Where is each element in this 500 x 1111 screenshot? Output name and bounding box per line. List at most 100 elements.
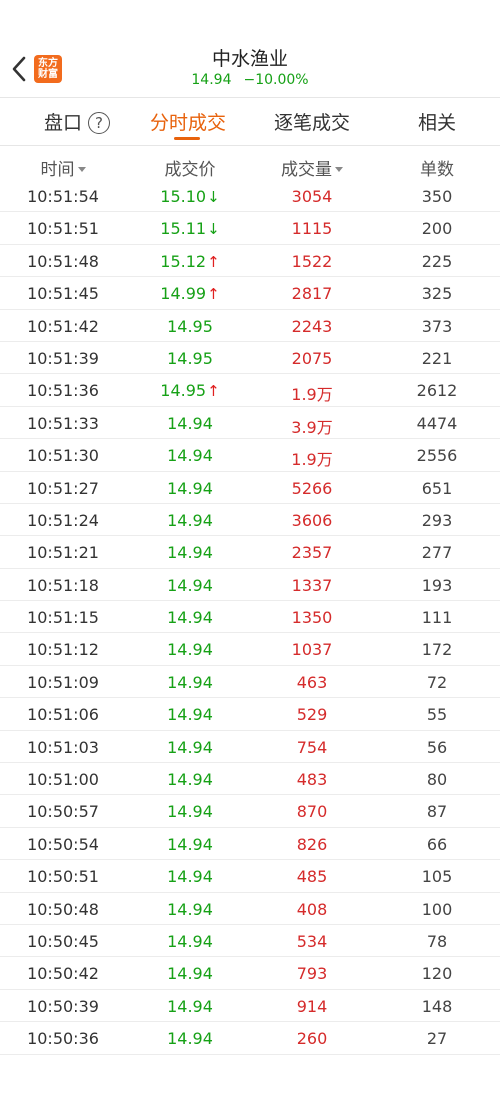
tab-order-book[interactable]: 盘口? (44, 108, 111, 135)
trade-count: 100 (392, 900, 482, 919)
trade-time: 10:51:42 (18, 317, 108, 336)
tab-minute-trades[interactable]: 分时成交 (150, 108, 226, 135)
trade-volume: 914 (262, 997, 362, 1016)
trade-count-text: 55 (426, 705, 448, 725)
trade-volume: 793 (262, 964, 362, 983)
arrow-up-icon: ↑ (207, 382, 220, 401)
trade-time: 10:50:51 (18, 867, 108, 886)
trade-time-text: 10:50:57 (27, 802, 99, 822)
table-row: 10:51:09 14.94 463 72 (0, 666, 500, 699)
trade-time-text: 10:51:06 (27, 705, 99, 725)
trade-price: 14.94 (140, 932, 240, 951)
tab-bar: 盘口? 分时成交 逐笔成交 相关 (0, 99, 500, 145)
column-header: 时间 成交价 成交量 单数 (0, 152, 500, 180)
trade-price-text: 15.11 (160, 219, 207, 239)
trade-count-text: 193 (421, 575, 453, 595)
table-row: 10:51:42 14.95 2243 373 (0, 310, 500, 342)
trade-count-text: 72 (426, 672, 448, 692)
table-row: 10:51:54 15.10↓ 3054 350 (0, 180, 500, 213)
trade-count-text: 120 (421, 964, 453, 984)
trade-price: 14.94 (140, 802, 240, 821)
col-header-time[interactable]: 时间 (18, 155, 108, 180)
trade-volume-text: 1350 (291, 608, 333, 628)
table-row: 10:51:36 14.95↑ 1.9万 2612 (0, 374, 500, 407)
trade-count-text: 105 (421, 867, 453, 887)
tabs-divider (0, 145, 500, 146)
trade-price-text: 14.94 (167, 543, 213, 563)
trade-volume: 529 (262, 705, 362, 724)
trade-time-text: 10:51:15 (27, 608, 99, 628)
trade-time-text: 10:51:03 (27, 737, 99, 757)
trade-price: 14.94 (140, 835, 240, 854)
help-icon[interactable]: ? (88, 112, 111, 134)
table-row: 10:50:36 14.94 260 27 (0, 1022, 500, 1055)
trade-count: 221 (392, 349, 482, 368)
trade-volume-text: 2817 (291, 284, 333, 304)
table-row: 10:50:45 14.94 534 78 (0, 925, 500, 958)
trade-count-text: 277 (421, 543, 453, 563)
trade-time-text: 10:51:30 (27, 446, 99, 466)
trade-time-text: 10:51:48 (27, 251, 99, 271)
trade-count: 651 (392, 479, 482, 498)
trade-count: 172 (392, 640, 482, 659)
table-row: 10:51:06 14.94 529 55 (0, 698, 500, 731)
col-header-volume[interactable]: 成交量 (262, 155, 362, 180)
trade-price: 14.94 (140, 867, 240, 886)
stock-name: 中水渔业 (211, 48, 288, 70)
trade-time-text: 10:51:18 (27, 575, 99, 595)
trade-volume-text: 529 (296, 705, 328, 725)
table-row: 10:51:00 14.94 483 80 (0, 763, 500, 796)
trade-price: 14.94 (140, 1029, 240, 1048)
trade-count: 350 (392, 187, 482, 206)
trade-volume-text: 534 (296, 931, 328, 951)
trade-time-text: 10:51:36 (27, 381, 99, 401)
trade-price-text: 14.94 (167, 478, 213, 498)
trade-time: 10:51:36 (18, 381, 108, 400)
trade-count: 27 (392, 1029, 482, 1048)
trade-volume-text: 1.9万 (291, 385, 333, 405)
trade-time: 10:51:24 (18, 511, 108, 530)
trade-list[interactable]: 10:51:54 15.10↓ 3054 350 10:51:51 15.11↓ 1115 2… (0, 180, 500, 1055)
trade-volume-text: 463 (296, 672, 328, 692)
trade-volume-text: 870 (296, 802, 328, 822)
trade-price: 14.94 (140, 770, 240, 789)
table-row: 10:51:18 14.94 1337 193 (0, 569, 500, 602)
trade-count-text: 87 (426, 802, 448, 822)
trade-volume-text: 1115 (291, 219, 333, 239)
trade-time-text: 10:50:51 (27, 867, 99, 887)
trade-time: 10:51:18 (18, 576, 108, 595)
table-row: 10:50:48 14.94 408 100 (0, 893, 500, 925)
trade-time: 10:51:12 (18, 640, 108, 659)
trade-time: 10:51:30 (18, 446, 108, 465)
col-header-price: 成交价 (164, 160, 216, 180)
trade-time-text: 10:51:45 (27, 284, 99, 304)
trade-volume-text: 826 (296, 834, 328, 854)
trade-price: 14.95↑ (140, 381, 240, 400)
sort-caret-icon (335, 167, 343, 172)
trade-time: 10:50:54 (18, 835, 108, 854)
header: 东方 财富 中水渔业 14.94 −10.00% (0, 0, 500, 98)
trade-count-text: 200 (421, 219, 453, 239)
trade-time: 10:51:45 (18, 284, 108, 303)
tab-tick-trades[interactable]: 逐笔成交 (274, 108, 350, 135)
trade-volume: 260 (262, 1029, 362, 1048)
tab-related[interactable]: 相关 (418, 108, 456, 135)
trade-price-text: 14.94 (167, 672, 213, 692)
trade-time: 10:51:06 (18, 705, 108, 724)
trade-time-text: 10:51:54 (27, 187, 99, 206)
trade-time: 10:51:09 (18, 673, 108, 692)
trade-count: 277 (392, 543, 482, 562)
trade-price-text: 14.94 (167, 608, 213, 628)
trade-count: 325 (392, 284, 482, 303)
trade-volume-text: 3054 (291, 187, 333, 206)
trade-count: 148 (392, 997, 482, 1016)
trade-price-text: 15.10 (160, 187, 207, 206)
trade-time: 10:51:39 (18, 349, 108, 368)
trade-price-text: 14.94 (167, 802, 213, 822)
trade-price-text: 14.99 (160, 284, 207, 304)
trade-volume: 1.9万 (262, 446, 362, 470)
trade-price-text: 14.94 (167, 996, 213, 1016)
trade-volume-text: 3606 (291, 510, 333, 530)
trade-count: 373 (392, 317, 482, 336)
trade-count: 105 (392, 867, 482, 886)
